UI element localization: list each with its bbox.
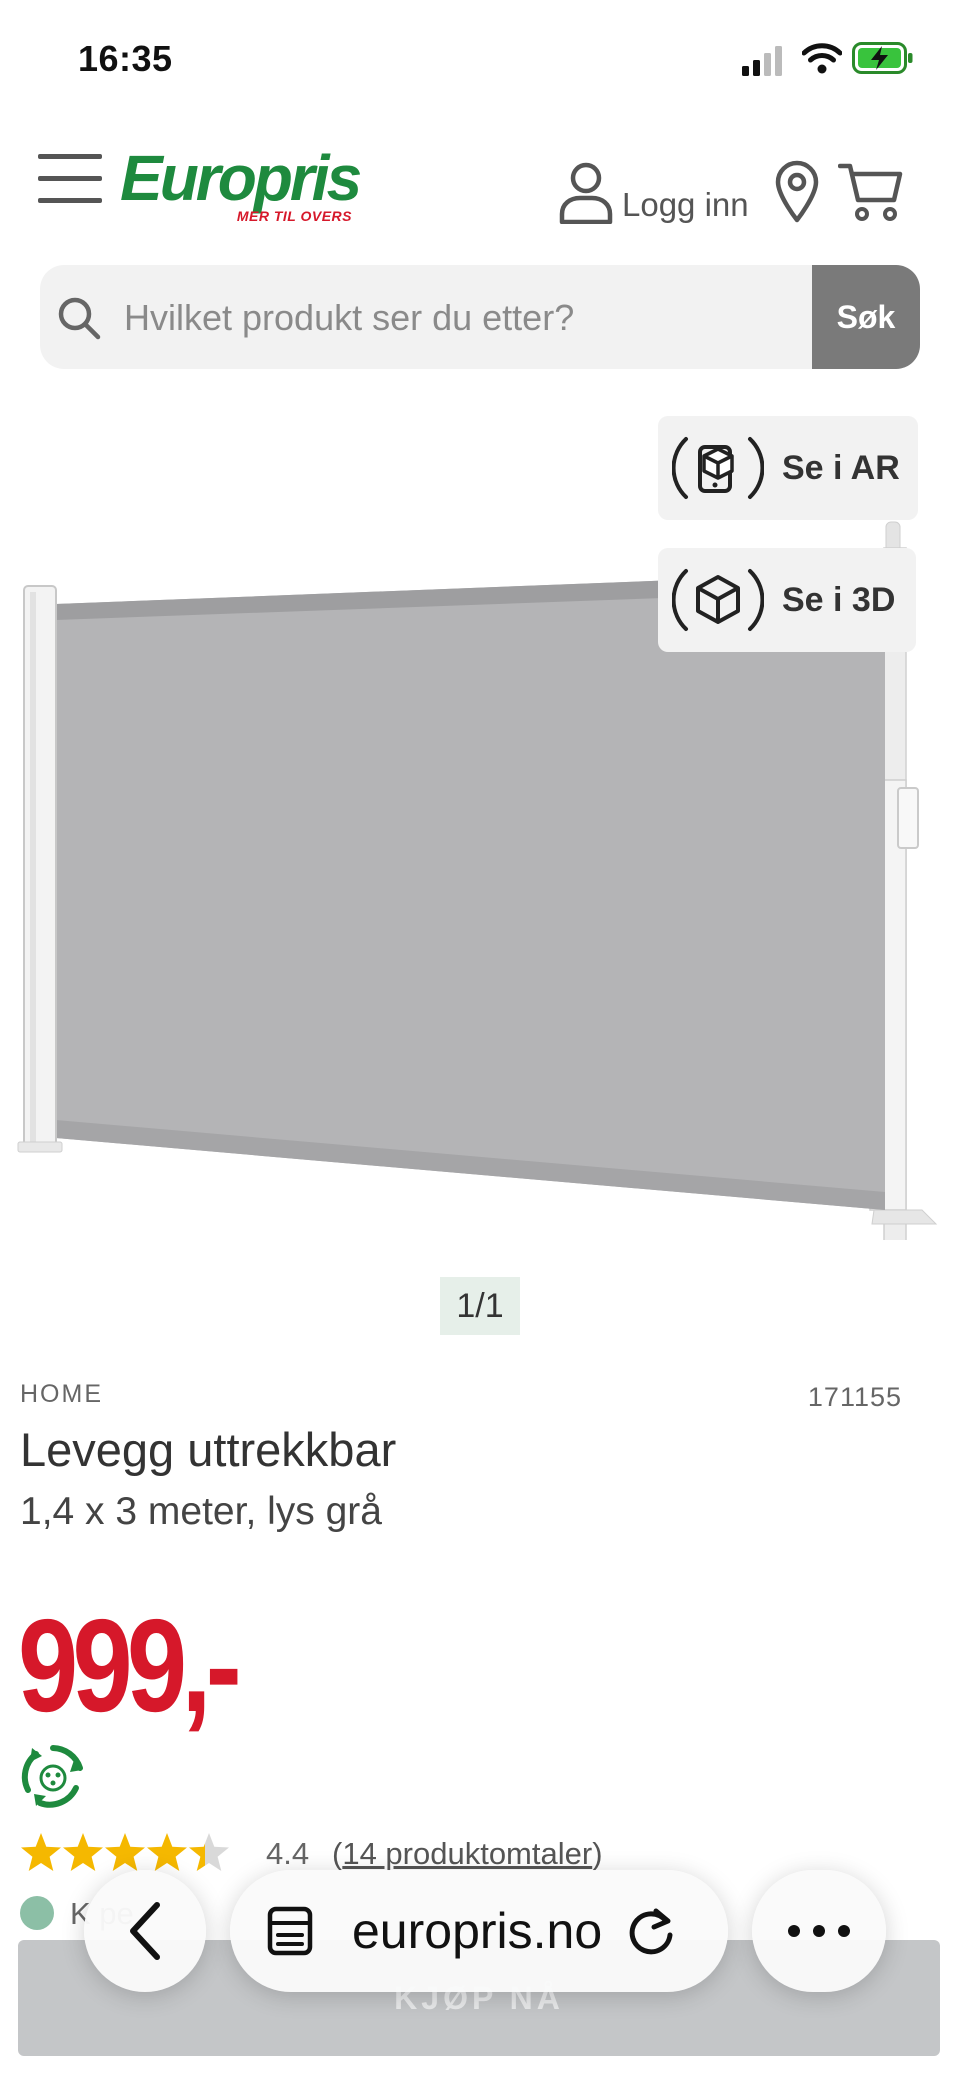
browser-url[interactable]: europris.no xyxy=(352,1902,602,1960)
search-bar: Søk xyxy=(40,265,920,369)
browser-back-button[interactable] xyxy=(84,1870,206,1992)
user-icon[interactable] xyxy=(558,160,614,224)
browser-address-bar[interactable]: europris.no xyxy=(230,1870,728,1992)
europris-logo[interactable]: Europris MER TIL OVERS xyxy=(120,142,362,228)
ar-cube-icon xyxy=(672,437,764,499)
cart-icon[interactable] xyxy=(838,160,904,224)
reviews-link-text[interactable]: 14 produktomtaler xyxy=(342,1836,592,1871)
page-menu-icon[interactable] xyxy=(264,1905,316,1957)
product-price: 999,- xyxy=(18,1592,242,1739)
stock-status-dot xyxy=(20,1896,54,1930)
rating-value: 4.4 xyxy=(266,1836,310,1871)
view-in-ar-button[interactable]: Se i AR xyxy=(658,416,918,520)
product-brand[interactable]: HOME xyxy=(20,1380,103,1409)
reviews-link[interactable]: (14 produktomtaler) xyxy=(332,1836,603,1872)
search-icon xyxy=(58,297,101,340)
3d-cube-icon xyxy=(672,569,764,631)
logo-wordmark: Europris xyxy=(120,142,362,214)
menu-line xyxy=(38,198,102,203)
cellular-signal-icon xyxy=(742,46,782,76)
search-input[interactable] xyxy=(122,265,846,369)
view-in-ar-label: Se i AR xyxy=(782,448,900,487)
status-time: 16:35 xyxy=(78,38,173,79)
rating-star xyxy=(105,1833,145,1871)
store-locator-icon[interactable] xyxy=(774,160,820,224)
rating-star xyxy=(147,1833,187,1871)
wifi-icon xyxy=(802,43,842,74)
product-title: Levegg uttrekkbar xyxy=(20,1423,397,1476)
rating-stars xyxy=(21,1833,229,1871)
menu-line xyxy=(38,176,102,181)
rating-star xyxy=(189,1833,229,1871)
chevron-left-icon xyxy=(130,1902,160,1960)
product-subtitle: 1,4 x 3 meter, lys grå xyxy=(20,1490,382,1533)
view-in-3d-button[interactable]: Se i 3D xyxy=(658,548,916,652)
rating-star xyxy=(21,1833,61,1871)
menu-button[interactable] xyxy=(38,152,104,204)
rating-star xyxy=(63,1833,103,1871)
login-link[interactable]: Logg inn xyxy=(622,186,749,224)
menu-line xyxy=(38,154,102,159)
logo-tagline: MER TIL OVERS xyxy=(236,208,352,224)
battery-charging-icon xyxy=(852,42,913,74)
reload-icon[interactable] xyxy=(626,1905,676,1957)
view-in-3d-label: Se i 3D xyxy=(782,580,896,619)
browser-more-button[interactable] xyxy=(752,1870,886,1992)
image-pager: 1/1 xyxy=(440,1277,520,1335)
more-dots-icon xyxy=(788,1925,850,1937)
product-sku: 171155 xyxy=(807,1382,902,1412)
search-button[interactable]: Søk xyxy=(812,265,920,369)
recycle-eco-icon xyxy=(21,1745,83,1808)
